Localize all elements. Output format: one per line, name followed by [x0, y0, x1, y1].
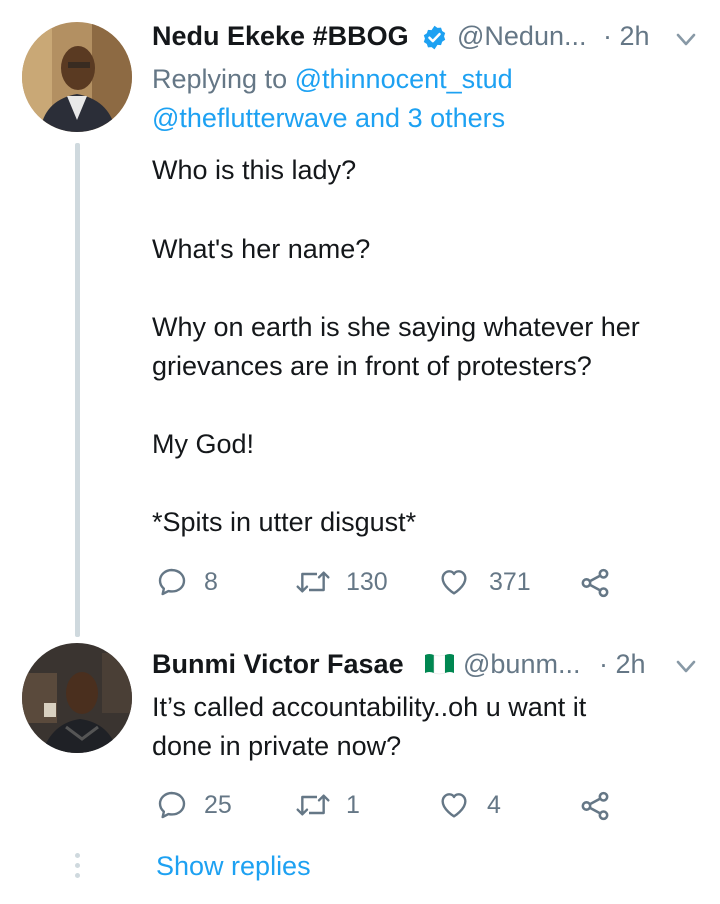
handle[interactable]: @Nedun... [457, 21, 586, 52]
retweet-count: 1 [346, 791, 360, 819]
reply-mention-1[interactable]: @thinnocent_stud [295, 64, 513, 94]
tweet-text-line: grievances are in front of protesters? [152, 351, 592, 381]
tweet-text-line: It’s called accountability..oh u want it [152, 692, 587, 722]
heart-icon [441, 570, 467, 595]
tweet-text-line: *Spits in utter disgust* [152, 507, 417, 537]
share-icon [581, 791, 609, 821]
reply-button[interactable]: 8 [156, 566, 236, 602]
handle[interactable]: @bunm... [463, 649, 580, 680]
tweet-text-line: My God! [152, 429, 255, 459]
avatar-bunmi-victor-fasae[interactable] [22, 643, 132, 753]
chevron-down-icon[interactable] [676, 660, 696, 679]
verified-badge-icon [421, 24, 448, 51]
reply-mention-2[interactable]: @theflutterwave [152, 103, 348, 133]
like-count: 371 [489, 568, 531, 596]
thread-dots [75, 853, 80, 878]
reply-icon [158, 791, 186, 819]
avatar-nedu-ekeke[interactable] [22, 22, 132, 132]
reply-and: and [355, 103, 401, 133]
reply-others-link[interactable]: 3 others [408, 103, 506, 133]
display-name[interactable]: Nedu Ekeke #BBOG [152, 21, 409, 52]
share-button[interactable] [578, 566, 614, 602]
retweet-count: 130 [346, 568, 388, 596]
timestamp[interactable]: · 2h [599, 649, 646, 680]
tweet-text-line: done in private now? [152, 731, 402, 761]
reply-count: 25 [204, 791, 232, 819]
chevron-down-icon[interactable] [676, 33, 696, 52]
like-button[interactable]: 371 [437, 566, 537, 602]
share-button[interactable] [578, 789, 614, 825]
like-button[interactable]: 4 [437, 789, 517, 825]
tweet-text-line: What's her name? [152, 234, 371, 264]
tweet-text-line: Why on earth is she saying whatever her [152, 312, 640, 342]
tweet-text-line: Who is this lady? [152, 155, 357, 185]
nigeria-flag-icon [423, 651, 456, 675]
retweet-icon [296, 571, 330, 593]
thread-line [75, 143, 80, 637]
replying-to-line: Replying to @thinnocent_stud [152, 64, 513, 95]
heart-icon [441, 793, 467, 818]
retweet-button[interactable]: 1 [294, 789, 374, 825]
replying-to-line-2: @theflutterwave and 3 others [152, 103, 505, 134]
reply-count: 8 [204, 568, 218, 596]
show-replies-link[interactable]: Show replies [156, 851, 311, 882]
display-name[interactable]: Bunmi Victor Fasae [152, 649, 404, 680]
reply-button[interactable]: 25 [156, 789, 246, 825]
reply-icon [158, 568, 186, 596]
timestamp[interactable]: · 2h [603, 21, 650, 52]
share-icon [581, 568, 609, 598]
replying-to-prefix: Replying to [152, 64, 288, 94]
retweet-icon [296, 794, 330, 816]
retweet-button[interactable]: 130 [294, 566, 404, 602]
like-count: 4 [487, 791, 501, 819]
